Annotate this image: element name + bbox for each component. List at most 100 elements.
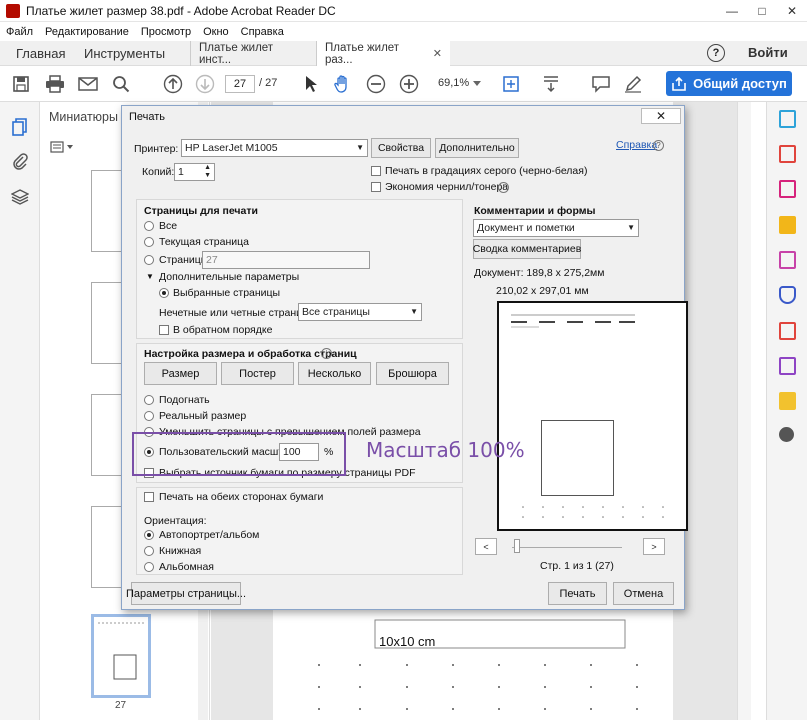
copies-input[interactable]: 1 ▲ ▼ xyxy=(174,163,215,181)
cancel-button[interactable]: Отмена xyxy=(613,582,674,605)
preview-box xyxy=(541,420,614,496)
tab-close-icon[interactable]: ✕ xyxy=(433,47,442,60)
size-button[interactable]: Размер xyxy=(144,362,217,385)
duplex-label: Печать на обеих сторонах бумаги xyxy=(159,491,324,503)
odd-even-select[interactable]: Все страницы ▼ xyxy=(298,303,422,321)
fit-radio[interactable] xyxy=(144,395,154,405)
spinner-icon[interactable]: ▲ ▼ xyxy=(204,164,211,180)
attachment-icon[interactable] xyxy=(11,152,29,170)
protect-icon[interactable] xyxy=(779,286,796,304)
fit-page-icon[interactable] xyxy=(500,73,522,95)
page-thumbnails-icon[interactable] xyxy=(11,118,29,136)
menu-file[interactable]: Файл xyxy=(6,26,33,38)
more-tools-icon[interactable] xyxy=(779,427,794,442)
export-pdf-2-icon[interactable] xyxy=(779,322,796,340)
print-button[interactable]: Печать xyxy=(548,582,607,605)
properties-button[interactable]: Свойства xyxy=(371,138,431,158)
menu-window[interactable]: Окно xyxy=(203,26,229,38)
select-cursor-icon[interactable] xyxy=(300,73,322,95)
previous-page-icon[interactable] xyxy=(162,73,184,95)
selected-pages-radio[interactable] xyxy=(159,288,169,298)
ink-save-checkbox[interactable] xyxy=(371,182,381,192)
signin-button[interactable]: Войти xyxy=(748,45,788,60)
comments-value: Документ и пометки xyxy=(477,222,575,234)
grayscale-checkbox[interactable] xyxy=(371,166,381,176)
menu-help[interactable]: Справка xyxy=(241,26,284,38)
help-icon[interactable]: ? xyxy=(707,44,725,62)
booklet-button[interactable]: Брошюра xyxy=(376,362,449,385)
layers-icon[interactable] xyxy=(10,188,30,206)
dialog-close-icon[interactable]: ✕ xyxy=(641,108,681,124)
page-number-input[interactable]: 27 xyxy=(225,75,255,93)
fill-sign-icon[interactable] xyxy=(779,251,796,269)
current-page-radio[interactable] xyxy=(144,237,154,247)
zoom-in-icon[interactable] xyxy=(398,73,420,95)
page-thumbnail-selected[interactable] xyxy=(91,614,151,698)
hand-tool-icon[interactable] xyxy=(332,73,354,95)
page-range-input[interactable]: 27 xyxy=(202,251,370,269)
poster-button[interactable]: Постер xyxy=(221,362,294,385)
page-range-label: Страницы xyxy=(159,254,209,266)
minimize-icon[interactable]: — xyxy=(717,1,747,21)
menu-edit[interactable]: Редактирование xyxy=(45,26,129,38)
page-range-radio[interactable] xyxy=(144,255,154,265)
info-icon[interactable]: i xyxy=(321,348,332,359)
zoom-dropdown-icon[interactable] xyxy=(471,73,483,95)
info-icon[interactable]: i xyxy=(498,182,509,193)
help-link[interactable]: Справка xyxy=(616,139,657,151)
preview-page-info: Стр. 1 из 1 (27) xyxy=(540,560,614,572)
landscape-radio[interactable] xyxy=(144,562,154,572)
share-label: Общий доступ xyxy=(693,76,787,91)
more-options-label[interactable]: Дополнительные параметры xyxy=(159,271,299,283)
share-button[interactable]: Общий доступ xyxy=(666,71,792,96)
duplex-checkbox[interactable] xyxy=(144,492,154,502)
maximize-icon[interactable]: □ xyxy=(747,1,777,21)
tab-document-2[interactable]: Платье жилет раз... ✕ xyxy=(316,41,450,66)
comments-select[interactable]: Документ и пометки ▼ xyxy=(473,219,639,237)
help-question-icon[interactable]: ? xyxy=(653,140,664,151)
document-scrollbar[interactable] xyxy=(737,102,751,720)
tab-home[interactable]: Главная xyxy=(16,41,65,66)
tab-document-1[interactable]: Платье жилет инст... xyxy=(190,41,316,66)
print-icon[interactable] xyxy=(44,73,66,95)
menu-view[interactable]: Просмотр xyxy=(141,26,191,38)
window-title: Платье жилет размер 38.pdf - Adobe Acrob… xyxy=(26,3,336,18)
auto-orientation-radio[interactable] xyxy=(144,530,154,540)
actual-size-radio[interactable] xyxy=(144,411,154,421)
send-sign-icon[interactable] xyxy=(779,357,796,375)
send-review-icon[interactable] xyxy=(779,392,796,410)
scroll-mode-icon[interactable] xyxy=(540,73,562,95)
tab-document-1-label: Платье жилет инст... xyxy=(199,41,274,66)
save-icon[interactable] xyxy=(10,73,32,95)
advanced-button[interactable]: Дополнительно xyxy=(435,138,519,158)
preview-next-button[interactable]: > xyxy=(643,538,665,555)
close-icon[interactable]: ✕ xyxy=(777,1,807,21)
preview-slider-thumb[interactable] xyxy=(514,539,520,553)
create-pdf-icon[interactable] xyxy=(779,145,796,163)
printer-select[interactable]: HP LaserJet M1005 ▼ xyxy=(181,139,368,157)
zoom-level[interactable]: 69,1% xyxy=(438,77,469,89)
left-rail xyxy=(0,102,40,720)
zoom-out-icon[interactable] xyxy=(365,73,387,95)
page-setup-button[interactable]: Параметры страницы... xyxy=(126,582,246,605)
selected-pages-label: Выбранные страницы xyxy=(173,287,281,299)
expand-triangle-icon[interactable]: ▼ xyxy=(146,272,154,281)
summarize-comments-button[interactable]: Сводка комментариев xyxy=(473,239,581,259)
tabs-row: Главная Инструменты Платье жилет инст...… xyxy=(0,41,807,66)
portrait-radio[interactable] xyxy=(144,546,154,556)
next-page-icon[interactable] xyxy=(194,73,216,95)
search-icon[interactable] xyxy=(110,73,132,95)
auto-orientation-label: Автопортрет/альбом xyxy=(159,529,260,541)
export-pdf-icon[interactable] xyxy=(779,110,796,128)
pen-icon[interactable] xyxy=(622,73,644,95)
comment-icon[interactable] xyxy=(590,73,612,95)
thumbnail-options-icon[interactable] xyxy=(50,141,76,155)
multiple-button[interactable]: Несколько xyxy=(298,362,371,385)
email-icon[interactable] xyxy=(77,73,99,95)
all-pages-radio[interactable] xyxy=(144,221,154,231)
reverse-checkbox[interactable] xyxy=(159,325,169,335)
preview-prev-button[interactable]: < xyxy=(475,538,497,555)
tab-tools[interactable]: Инструменты xyxy=(84,41,165,66)
organize-pages-icon[interactable] xyxy=(779,180,796,198)
comment-tool-icon[interactable] xyxy=(779,216,796,234)
